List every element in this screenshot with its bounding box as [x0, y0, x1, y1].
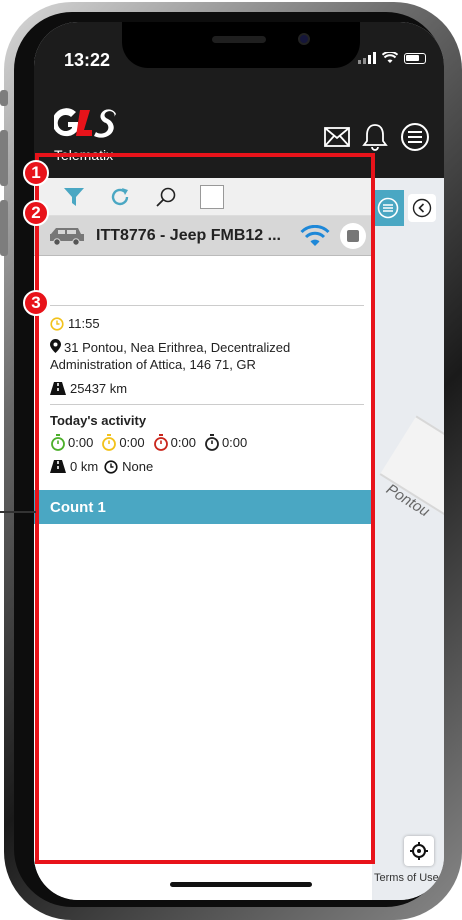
g4s-logo-mark: [52, 108, 116, 138]
map-view[interactable]: [374, 178, 444, 900]
crosshair-icon: [410, 842, 428, 860]
silent-switch: [0, 90, 8, 106]
wifi-status-icon: [382, 52, 398, 63]
list-toggle-button[interactable]: [372, 190, 404, 226]
collapse-panel-button[interactable]: [408, 194, 436, 222]
locate-button[interactable]: [404, 836, 434, 866]
header-actions: [324, 122, 430, 152]
status-time: 13:22: [64, 50, 111, 70]
speaker: [212, 36, 266, 43]
bell-icon[interactable]: [362, 123, 388, 151]
main-menu-icon[interactable]: [400, 122, 430, 152]
annotation-badge-3: 3: [23, 290, 49, 316]
annotation-frame: [35, 153, 375, 864]
cellular-signal-icon: [358, 52, 376, 64]
list-menu-icon: [377, 197, 399, 219]
home-indicator: [170, 882, 312, 887]
volume-down-button: [0, 200, 8, 256]
annotation-badge-2: 2: [23, 200, 49, 226]
mail-icon[interactable]: [324, 127, 350, 147]
annotation-badge-1: 1: [23, 160, 49, 186]
status-icons: [358, 52, 426, 64]
annotation-pointer: [0, 511, 36, 513]
front-camera: [298, 33, 310, 45]
volume-up-button: [0, 130, 8, 186]
notch: [122, 22, 360, 68]
terms-of-use-link[interactable]: Terms of Use: [374, 872, 439, 884]
status-bar: 13:22: [34, 22, 444, 102]
battery-icon: [404, 52, 426, 64]
chevron-left-circle-icon: [412, 198, 432, 218]
